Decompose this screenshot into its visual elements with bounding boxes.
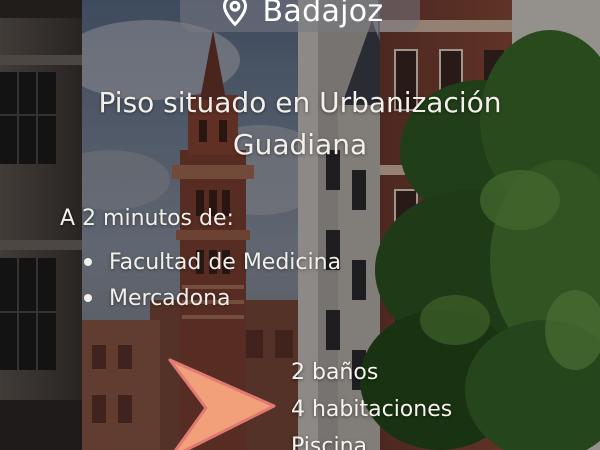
features-list: 2 baños 4 habitaciones Piscina: [291, 354, 452, 450]
feature-bedrooms: 4 habitaciones: [291, 397, 453, 422]
nearby-title: A 2 minutos de:: [60, 206, 234, 231]
story-card: Badajoz Piso situado en Urbanización Gua…: [0, 0, 600, 450]
list-item: Mercadona: [84, 280, 341, 316]
listing-headline: Piso situado en Urbanización Guadiana: [98, 86, 502, 161]
nearby-item-label: Mercadona: [109, 285, 231, 311]
bullet-icon: [84, 258, 92, 266]
chevron-right-icon: [168, 358, 276, 450]
city-name: Badajoz: [262, 0, 384, 29]
list-item: Facultad de Medicina: [84, 244, 341, 280]
feature-bathrooms: 2 baños: [291, 360, 379, 385]
nearby-item-label: Facultad de Medicina: [109, 249, 342, 275]
bullet-icon: [84, 294, 92, 302]
feature-pool: Piscina: [291, 434, 367, 450]
map-pin-icon: [222, 0, 247, 27]
location-chip: Badajoz: [180, 0, 420, 32]
nearby-list: Facultad de Medicina Mercadona: [84, 244, 341, 316]
